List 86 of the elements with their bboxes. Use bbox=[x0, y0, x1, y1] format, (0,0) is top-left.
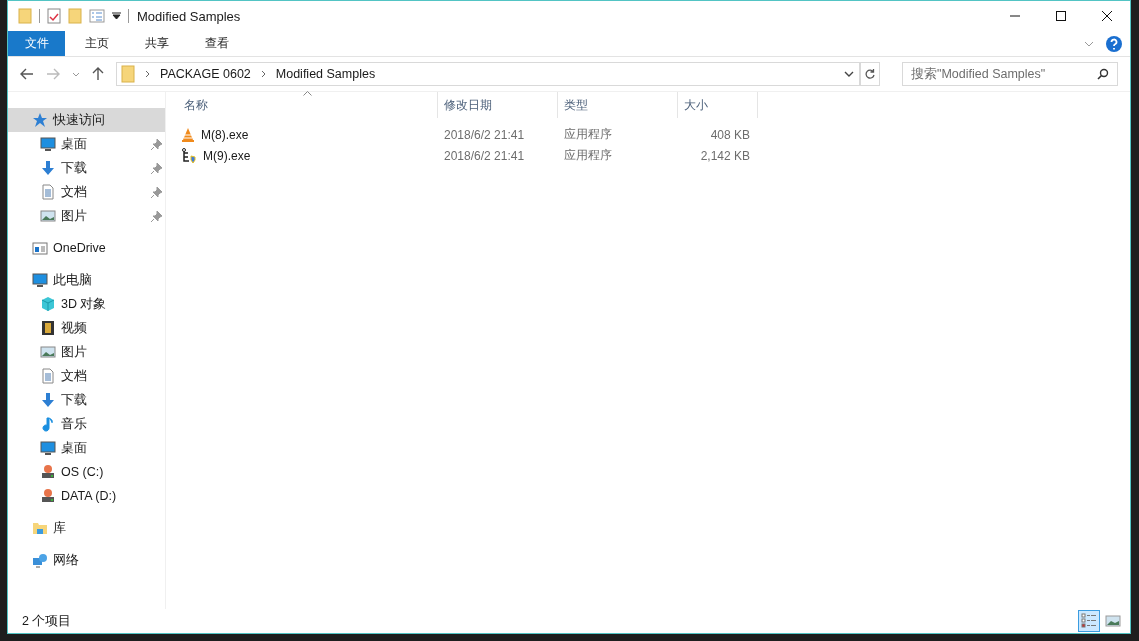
monitor-icon bbox=[40, 136, 56, 152]
monitor-icon bbox=[40, 440, 56, 456]
document-icon bbox=[40, 368, 56, 384]
document-icon bbox=[40, 184, 56, 200]
window-title: Modified Samples bbox=[137, 8, 241, 24]
back-arrow-icon[interactable] bbox=[20, 68, 34, 80]
sidebar-item[interactable]: OS (C:) bbox=[8, 460, 165, 484]
column-header[interactable]: 类型 bbox=[558, 92, 678, 118]
refresh-button[interactable] bbox=[860, 62, 880, 86]
cube-icon bbox=[40, 296, 56, 312]
file-row[interactable]: M(9).exe 2018/6/2 21:41 应用程序 2,142 KB bbox=[178, 145, 1130, 166]
network-icon bbox=[32, 552, 48, 568]
sidebar-item[interactable]: 此电脑 bbox=[8, 268, 165, 292]
help-icon[interactable] bbox=[1106, 35, 1122, 52]
cone-icon bbox=[181, 126, 195, 143]
item-count: 2 个项目 bbox=[22, 612, 72, 630]
picture-icon bbox=[40, 208, 56, 224]
type-cell-text: 应用程序 bbox=[563, 147, 613, 164]
film-icon bbox=[40, 320, 56, 336]
column-header[interactable]: 修改日期 bbox=[438, 92, 558, 118]
sidebar-item[interactable]: 下载 bbox=[8, 388, 165, 412]
sidebar-item[interactable]: 桌面 bbox=[8, 132, 165, 156]
pin-icon[interactable] bbox=[151, 138, 162, 150]
chevron-right-icon[interactable] bbox=[145, 70, 150, 78]
sidebar-item[interactable]: 音乐 bbox=[8, 412, 165, 436]
sidebar-item[interactable]: 快速访问 bbox=[8, 108, 165, 132]
search-field[interactable]: 搜索"Modified Samples" bbox=[902, 62, 1118, 86]
chevron-right-icon[interactable] bbox=[260, 70, 266, 78]
sidebar-item[interactable]: DATA (D:) bbox=[8, 484, 165, 508]
star-icon bbox=[32, 112, 48, 128]
breadcrumb[interactable]: PACKAGE 0602 bbox=[160, 67, 251, 81]
ribbon-tab[interactable]: 文件 bbox=[8, 31, 65, 56]
sidebar-item[interactable]: 网络 bbox=[8, 548, 165, 572]
sidebar-item[interactable]: 文档 bbox=[8, 364, 165, 388]
sidebar-item[interactable]: 图片 bbox=[8, 204, 165, 228]
pin-icon[interactable] bbox=[151, 186, 162, 198]
checklist-icon[interactable] bbox=[89, 9, 105, 23]
pin-icon[interactable] bbox=[151, 162, 162, 174]
details-view-button[interactable] bbox=[1078, 610, 1100, 632]
caret-icon[interactable] bbox=[112, 12, 121, 20]
sidebar-item[interactable]: 库 bbox=[8, 516, 165, 540]
drive-icon bbox=[40, 488, 56, 504]
picture-icon bbox=[1105, 614, 1121, 628]
up-arrow-icon[interactable] bbox=[92, 67, 104, 81]
picture-icon bbox=[40, 344, 56, 360]
breadcrumb[interactable]: Modified Samples bbox=[275, 67, 376, 81]
close-icon bbox=[1101, 10, 1113, 22]
column-header[interactable]: 大小 bbox=[678, 92, 758, 118]
address-bar[interactable]: PACKAGE 0602 Modified Samples bbox=[116, 62, 860, 86]
ribbon-tab[interactable]: 共享 bbox=[129, 31, 185, 56]
sidebar-item[interactable]: 图片 bbox=[8, 340, 165, 364]
type-cell-text: 应用程序 bbox=[563, 126, 613, 143]
chevron-down-icon[interactable] bbox=[844, 71, 854, 77]
folder-icon bbox=[121, 65, 135, 83]
down-arrow-icon bbox=[40, 160, 56, 176]
folder-icon bbox=[32, 520, 48, 536]
sidebar-item[interactable]: 文档 bbox=[8, 180, 165, 204]
ribbon-tab[interactable]: 查看 bbox=[189, 31, 245, 56]
music-note-icon bbox=[40, 416, 56, 432]
sidebar-item[interactable]: 3D 对象 bbox=[8, 292, 165, 316]
sidebar-item[interactable]: OneDrive bbox=[8, 236, 165, 260]
folder-icon bbox=[18, 8, 32, 24]
ribbon-tab[interactable]: 主页 bbox=[69, 31, 125, 56]
size-cell-text: 2,142 KB bbox=[699, 148, 751, 163]
details-view-icon bbox=[1081, 613, 1097, 629]
size-cell-text: 408 KB bbox=[709, 127, 751, 142]
maximize-icon bbox=[1055, 10, 1067, 22]
sort-caret-icon bbox=[302, 91, 312, 96]
installer-icon bbox=[181, 147, 197, 164]
sidebar-item[interactable]: 桌面 bbox=[8, 436, 165, 460]
properties-icon[interactable] bbox=[47, 8, 61, 24]
file-row[interactable]: M(8).exe 2018/6/2 21:41 应用程序 408 KB bbox=[178, 124, 1130, 145]
search-icon[interactable] bbox=[1097, 68, 1109, 80]
pin-icon[interactable] bbox=[151, 210, 162, 222]
sidebar-item[interactable]: 下载 bbox=[8, 156, 165, 180]
column-header[interactable]: 名称 bbox=[178, 92, 438, 118]
file-name: M(8).exe bbox=[201, 127, 249, 142]
file-name: M(9).exe bbox=[203, 148, 251, 163]
window-icon bbox=[32, 240, 48, 256]
down-arrow-icon bbox=[40, 392, 56, 408]
sidebar-item[interactable]: 视频 bbox=[8, 316, 165, 340]
monitor-icon bbox=[32, 272, 48, 288]
refresh-icon bbox=[864, 68, 876, 80]
drive-icon bbox=[40, 464, 56, 480]
date-cell-text: 2018/6/2 21:41 bbox=[443, 148, 526, 163]
date-cell-text: 2018/6/2 21:41 bbox=[443, 127, 526, 142]
